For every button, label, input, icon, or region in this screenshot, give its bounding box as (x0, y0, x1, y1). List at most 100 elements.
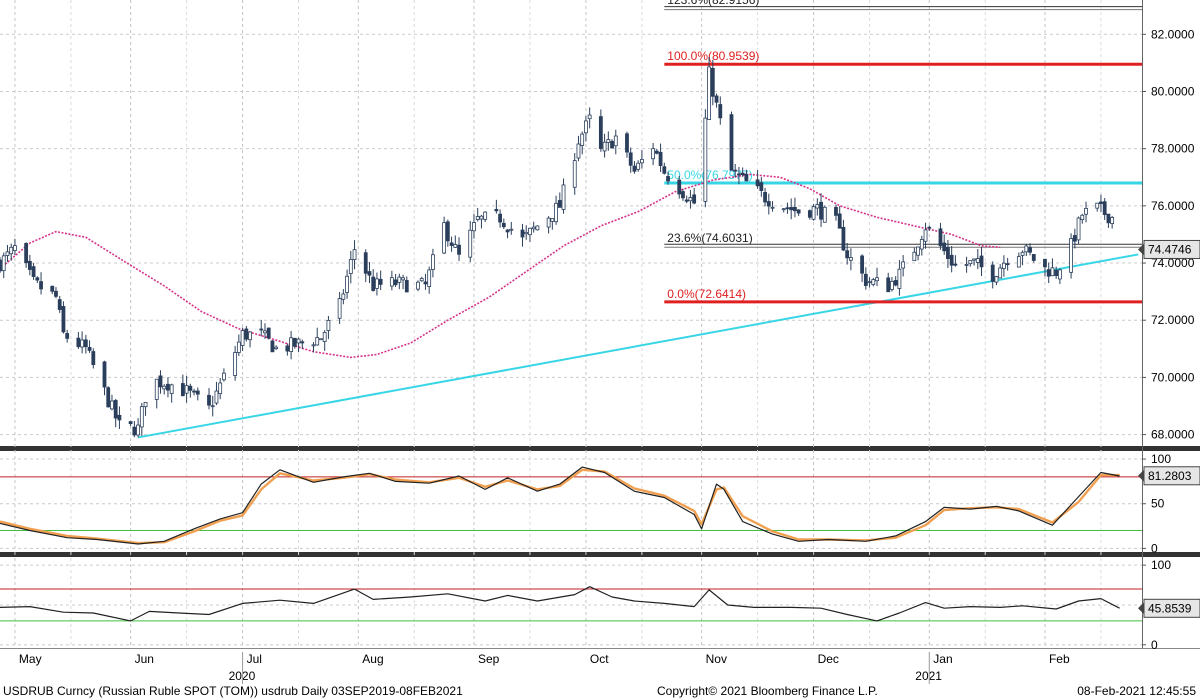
month-tick-label: Sep (478, 652, 500, 666)
candle-body (744, 173, 749, 182)
candle (990, 261, 995, 289)
candle-body (576, 143, 581, 159)
candle (266, 327, 271, 340)
candle-body (994, 276, 999, 283)
candle (31, 262, 36, 280)
candle (65, 329, 70, 343)
candle-body (479, 215, 484, 220)
candle (270, 340, 275, 353)
candle-body (714, 95, 719, 103)
candle (580, 131, 585, 155)
candle-body (886, 277, 891, 293)
candle (1099, 194, 1103, 212)
candle-body (162, 385, 167, 390)
candle (322, 330, 327, 351)
candle-body (946, 247, 950, 259)
candle-body (1095, 202, 1100, 209)
candle-body (636, 162, 641, 170)
candle (113, 398, 118, 428)
month-tick-label: Nov (706, 652, 727, 666)
candle-body (927, 226, 932, 229)
candle-body (233, 352, 238, 376)
candle-body (964, 264, 969, 266)
candle (692, 188, 697, 205)
candle (919, 235, 924, 256)
candle (39, 272, 43, 295)
last-value-label: 45.8539 (1148, 601, 1192, 615)
candle (524, 225, 529, 240)
candle-body (80, 339, 85, 348)
candle-body (789, 207, 794, 211)
candle (371, 269, 376, 292)
candle (897, 260, 902, 296)
candle-body (352, 249, 357, 260)
candle-body (419, 278, 424, 282)
candle-body (259, 328, 264, 331)
candle (106, 386, 111, 408)
candle-body (266, 327, 271, 339)
candle (1076, 216, 1081, 244)
candle-body (834, 207, 838, 216)
candle-body (1028, 247, 1032, 253)
candle-body (195, 390, 200, 395)
candle (651, 142, 656, 166)
candle-body (102, 361, 107, 388)
candle-body (449, 242, 454, 246)
last-value-pointer (1138, 243, 1144, 256)
candle-body (472, 222, 476, 232)
candle (975, 249, 980, 270)
candle (319, 338, 323, 341)
candle (718, 96, 723, 125)
candle (759, 176, 764, 197)
candle (136, 418, 140, 438)
candle-body (315, 337, 320, 346)
candle-body (651, 148, 656, 160)
candle-body (54, 290, 58, 297)
candle (1002, 255, 1006, 277)
candle-body (5, 251, 10, 256)
candle-body (431, 254, 435, 270)
candle-body (819, 201, 823, 220)
candle-body (1016, 256, 1021, 268)
candle (770, 201, 775, 212)
moving-average-line (0, 173, 1001, 359)
candle-body (263, 330, 267, 334)
candle-body (154, 378, 159, 400)
candle (352, 240, 357, 270)
candle (684, 195, 689, 204)
candle-body (707, 66, 711, 121)
candle (942, 234, 947, 255)
candle-body (143, 402, 148, 408)
candle-body (494, 208, 499, 212)
indicator-series-line (0, 468, 1120, 545)
candle-body (83, 339, 88, 348)
candle-body (1106, 213, 1111, 224)
candle-body (625, 133, 629, 153)
candle (625, 131, 629, 158)
candle (1024, 244, 1029, 257)
candle-body (938, 228, 943, 247)
candle (509, 221, 514, 235)
candle (341, 289, 346, 305)
candle (654, 149, 659, 155)
candle (729, 111, 734, 171)
candle-body (841, 226, 846, 251)
candle-body (1084, 208, 1088, 215)
candle (236, 334, 241, 357)
y-tick-label: 80.0000 (1151, 84, 1195, 98)
indicator-series-line (0, 586, 1120, 622)
candle-body (953, 263, 958, 266)
candle (703, 109, 708, 208)
candle-body (740, 172, 745, 176)
candle (498, 209, 502, 228)
candle-body (681, 191, 685, 199)
fib-level-label: 0.0%(72.6414) (667, 287, 746, 301)
candle-body (766, 201, 771, 207)
candle (404, 276, 409, 293)
candle-body (587, 114, 592, 120)
candle (871, 277, 876, 287)
candle-body (274, 346, 279, 350)
candle-body (139, 406, 144, 428)
candle (83, 334, 88, 354)
candle (154, 378, 159, 409)
